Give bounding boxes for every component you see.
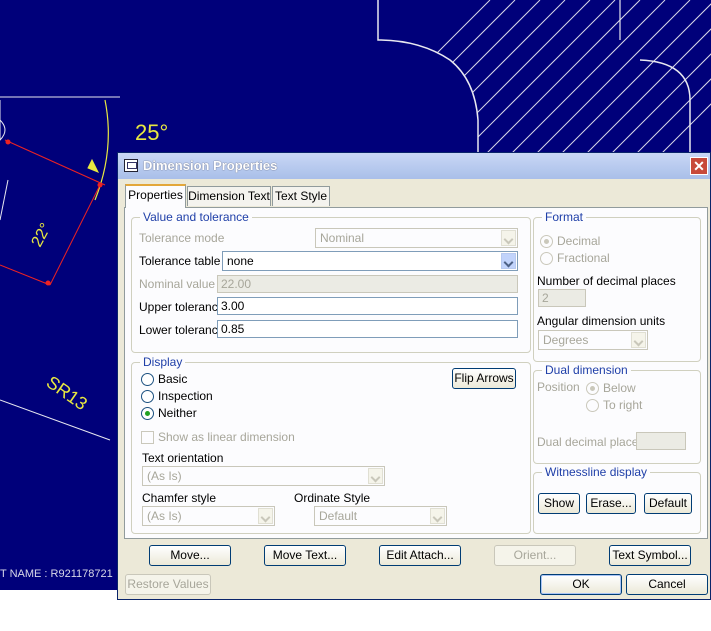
close-icon: ✕ — [693, 158, 705, 174]
display-group: Display Basic Inspection Neither Flip Ar… — [131, 355, 531, 534]
decimal-radio[interactable] — [540, 235, 553, 248]
move-button[interactable]: Move... — [149, 545, 231, 566]
chamfer-style-value: (As Is) — [147, 509, 182, 523]
move-text-button[interactable]: Move Text... — [264, 545, 346, 566]
position-label: Position — [537, 380, 580, 394]
neither-radio[interactable] — [141, 407, 154, 420]
basic-label: Basic — [158, 372, 188, 386]
angular-units-label: Angular dimension units — [537, 314, 666, 328]
dialog-titlebar[interactable]: Dimension Properties ✕ — [118, 153, 710, 179]
dual-decimal-places-field — [636, 432, 686, 450]
angular-units-select: Degrees — [538, 330, 648, 350]
properties-panel: Value and tolerance Tolerance mode Nomin… — [124, 207, 708, 539]
tab-text-style[interactable]: Text Style — [272, 186, 330, 206]
angle-label-25: 25° — [135, 120, 168, 145]
witnessline-title: Witnessline display — [542, 465, 651, 479]
tolerance-table-select[interactable]: none — [222, 251, 518, 271]
format-group: Format Decimal Fractional Number of deci… — [533, 210, 701, 362]
witnessline-group: Witnessline display Show Erase... Defaul… — [533, 465, 701, 534]
inspection-label: Inspection — [158, 389, 213, 403]
nominal-value-field: 22.00 — [217, 275, 518, 293]
chevron-down-icon — [368, 468, 383, 484]
fractional-radio[interactable] — [540, 252, 553, 265]
text-orientation-label: Text orientation — [142, 451, 224, 465]
text-symbol-button[interactable]: Text Symbol... — [609, 545, 691, 566]
inspection-radio[interactable] — [141, 390, 154, 403]
show-button[interactable]: Show — [538, 493, 580, 514]
flip-arrows-button[interactable]: Flip Arrows — [452, 368, 516, 389]
decimal-places-field: 2 — [538, 289, 586, 307]
tolerance-table-label: Tolerance table — [139, 254, 221, 268]
tab-dimension-text[interactable]: Dimension Text — [187, 186, 271, 206]
neither-label: Neither — [158, 406, 197, 420]
ordinate-style-select: Default — [314, 506, 447, 526]
chevron-down-icon — [430, 508, 445, 524]
value-tolerance-title: Value and tolerance — [140, 210, 252, 224]
upper-tolerance-field[interactable]: 3.00 — [217, 297, 518, 315]
restore-values-button[interactable]: Restore Values — [125, 574, 211, 595]
chevron-down-icon[interactable] — [501, 253, 516, 269]
tolerance-table-value: none — [227, 254, 254, 268]
edit-attach-button[interactable]: Edit Attach... — [379, 545, 461, 566]
tab-properties[interactable]: Properties — [125, 184, 186, 208]
text-orientation-select: (As Is) — [142, 466, 385, 486]
dialog-title: Dimension Properties — [143, 158, 278, 173]
chamfer-style-label: Chamfer style — [142, 491, 217, 505]
show-linear-checkbox[interactable] — [141, 431, 154, 444]
show-linear-label: Show as linear dimension — [158, 430, 295, 444]
fractional-label: Fractional — [557, 251, 610, 265]
tolerance-mode-value: Nominal — [320, 231, 365, 245]
chevron-down-icon — [501, 230, 516, 246]
below-radio[interactable] — [586, 382, 599, 395]
decimal-places-label: Number of decimal places — [537, 274, 676, 288]
below-label: Below — [603, 381, 636, 395]
dual-dimension-group: Dual dimension Position Below To right D… — [533, 363, 701, 464]
to-right-radio[interactable] — [586, 399, 599, 412]
dual-dimension-title: Dual dimension — [542, 363, 631, 377]
dimension-properties-dialog: Dimension Properties ✕ Properties Dimens… — [117, 152, 711, 600]
chevron-down-icon — [258, 508, 273, 524]
ordinate-style-value: Default — [319, 509, 358, 523]
display-title: Display — [140, 355, 186, 369]
tolerance-mode-select: Nominal — [315, 228, 518, 248]
cancel-button[interactable]: Cancel — [626, 574, 708, 595]
tolerance-mode-label: Tolerance mode — [139, 231, 225, 245]
basic-radio[interactable] — [141, 373, 154, 386]
nominal-value-label: Nominal value — [139, 277, 216, 291]
chamfer-style-select: (As Is) — [142, 506, 275, 526]
close-button[interactable]: ✕ — [690, 157, 708, 175]
dialog-app-icon — [124, 159, 138, 172]
text-orientation-value: (As Is) — [147, 469, 182, 483]
format-title: Format — [542, 210, 587, 224]
value-tolerance-group: Value and tolerance Tolerance mode Nomin… — [131, 210, 531, 353]
lower-tolerance-label: Lower tolerance — [139, 323, 225, 337]
erase-button[interactable]: Erase... — [586, 493, 636, 514]
orient-button[interactable]: Orient... — [494, 545, 576, 566]
lower-tolerance-field[interactable]: 0.85 — [217, 320, 518, 338]
angular-units-value: Degrees — [543, 333, 589, 347]
ok-button[interactable]: OK — [540, 574, 622, 595]
default-button[interactable]: Default — [644, 493, 692, 514]
chevron-down-icon — [631, 332, 646, 348]
to-right-label: To right — [603, 398, 643, 412]
upper-tolerance-label: Upper tolerance — [139, 300, 225, 314]
ordinate-style-label: Ordinate Style — [294, 491, 371, 505]
decimal-label: Decimal — [557, 234, 601, 248]
status-bar-text: T NAME : R921178721 — [0, 568, 113, 580]
dual-decimal-places-label: Dual decimal places — [537, 435, 645, 449]
